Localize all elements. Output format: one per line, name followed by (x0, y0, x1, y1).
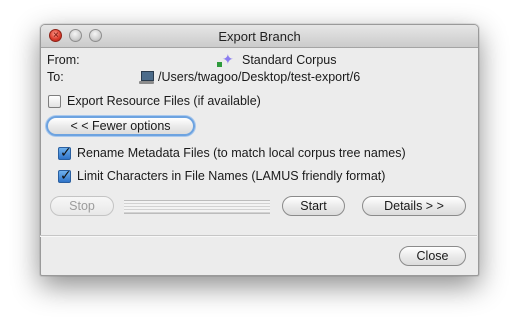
corpus-icon: ✦ (217, 52, 235, 69)
computer-icon (139, 70, 155, 84)
window-title: Export Branch (218, 29, 301, 44)
export-resources-checkbox[interactable] (48, 95, 61, 108)
limit-characters-checkbox[interactable]: ✓ (58, 167, 72, 183)
from-label: From: (47, 53, 80, 67)
export-progress-bar (124, 198, 270, 214)
footer-divider (40, 235, 477, 237)
details-button[interactable]: Details > > (362, 196, 466, 216)
rename-metadata-checkbox[interactable]: ✓ (58, 144, 72, 160)
to-label: To: (47, 70, 64, 84)
title-bar[interactable]: × Export Branch (41, 25, 478, 48)
fewer-options-button[interactable]: < < Fewer options (46, 116, 195, 136)
start-button[interactable]: Start (282, 196, 345, 216)
from-value: Standard Corpus (242, 53, 337, 67)
close-button[interactable]: Close (399, 246, 466, 266)
limit-characters-label[interactable]: Limit Characters in File Names (LAMUS fr… (77, 169, 385, 183)
export-resources-label[interactable]: Export Resource Files (if available) (67, 94, 261, 108)
stop-button[interactable]: Stop (50, 196, 114, 216)
rename-metadata-label[interactable]: Rename Metadata Files (to match local co… (77, 146, 406, 160)
to-value: /Users/twagoo/Desktop/test-export/6 (158, 70, 361, 84)
